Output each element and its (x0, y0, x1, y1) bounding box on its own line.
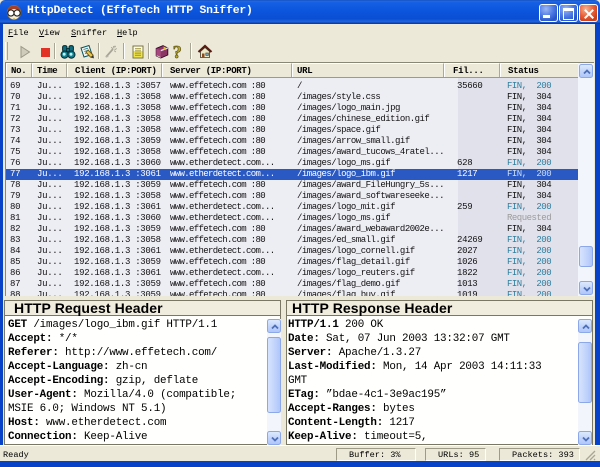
svg-text:?: ? (173, 44, 182, 60)
